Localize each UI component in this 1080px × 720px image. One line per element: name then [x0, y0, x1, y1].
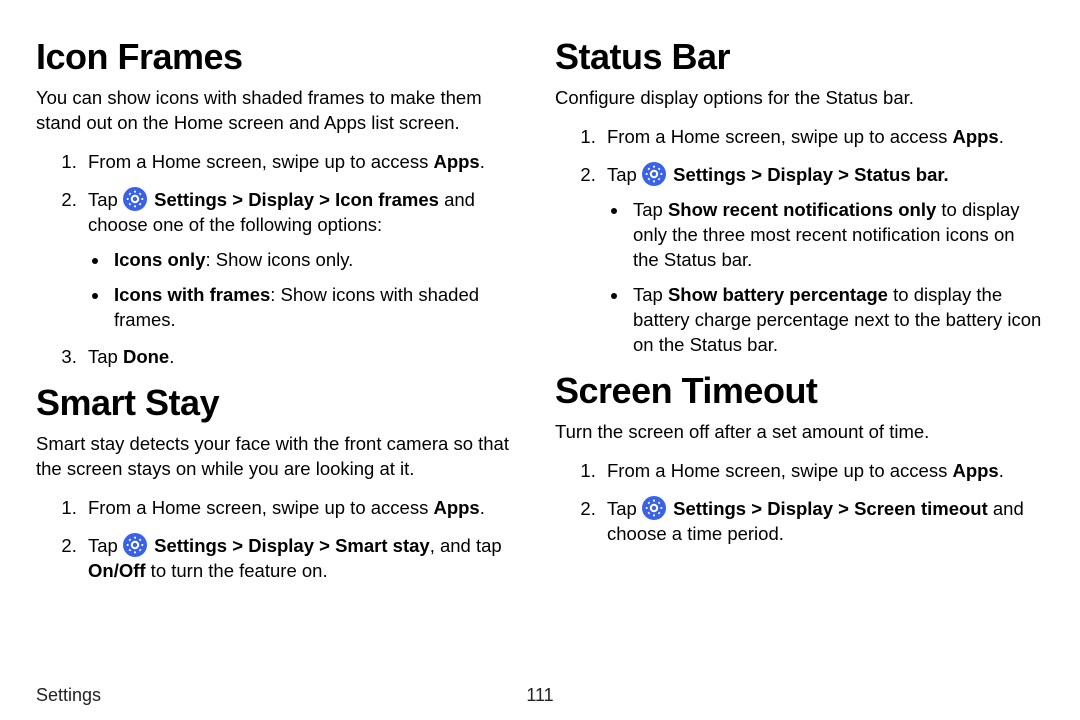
page-columns: Icon Frames You can show icons with shad… [36, 32, 1044, 596]
step: Tap Settings > Display > Smart stay, and… [82, 533, 525, 584]
steps-smart-stay: From a Home screen, swipe up to access A… [36, 496, 525, 584]
option: Tap Show recent notifications only to di… [629, 198, 1044, 273]
heading-screen-timeout: Screen Timeout [555, 370, 1044, 412]
intro-smart-stay: Smart stay detects your face with the fr… [36, 432, 525, 482]
intro-status-bar: Configure display options for the Status… [555, 86, 1044, 111]
left-column: Icon Frames You can show icons with shad… [36, 32, 525, 596]
page-number: 111 [526, 685, 553, 706]
options: Icons only: Show icons only. Icons with … [88, 248, 525, 333]
gear-icon [123, 187, 147, 211]
heading-status-bar: Status Bar [555, 36, 1044, 78]
steps-icon-frames: From a Home screen, swipe up to access A… [36, 150, 525, 370]
steps-status-bar: From a Home screen, swipe up to access A… [555, 125, 1044, 358]
step: Tap Done. [82, 345, 525, 370]
intro-icon-frames: You can show icons with shaded frames to… [36, 86, 525, 136]
steps-screen-timeout: From a Home screen, swipe up to access A… [555, 459, 1044, 547]
step: Tap Settings > Display > Icon frames and… [82, 187, 525, 333]
option: Tap Show battery percentage to display t… [629, 283, 1044, 358]
intro-screen-timeout: Turn the screen off after a set amount o… [555, 420, 1044, 445]
options: Tap Show recent notifications only to di… [607, 198, 1044, 358]
heading-smart-stay: Smart Stay [36, 382, 525, 424]
step: From a Home screen, swipe up to access A… [82, 150, 525, 175]
step: From a Home screen, swipe up to access A… [601, 125, 1044, 150]
step: Tap Settings > Display > Screen timeout … [601, 496, 1044, 547]
gear-icon [123, 533, 147, 557]
step: From a Home screen, swipe up to access A… [601, 459, 1044, 484]
footer-section: Settings [36, 685, 101, 705]
footer: Settings 111 [36, 685, 1044, 706]
step: From a Home screen, swipe up to access A… [82, 496, 525, 521]
gear-icon [642, 162, 666, 186]
step: Tap Settings > Display > Status bar. Tap… [601, 162, 1044, 358]
gear-icon [642, 496, 666, 520]
option: Icons only: Show icons only. [110, 248, 525, 273]
right-column: Status Bar Configure display options for… [555, 32, 1044, 596]
heading-icon-frames: Icon Frames [36, 36, 525, 78]
option: Icons with frames: Show icons with shade… [110, 283, 525, 333]
